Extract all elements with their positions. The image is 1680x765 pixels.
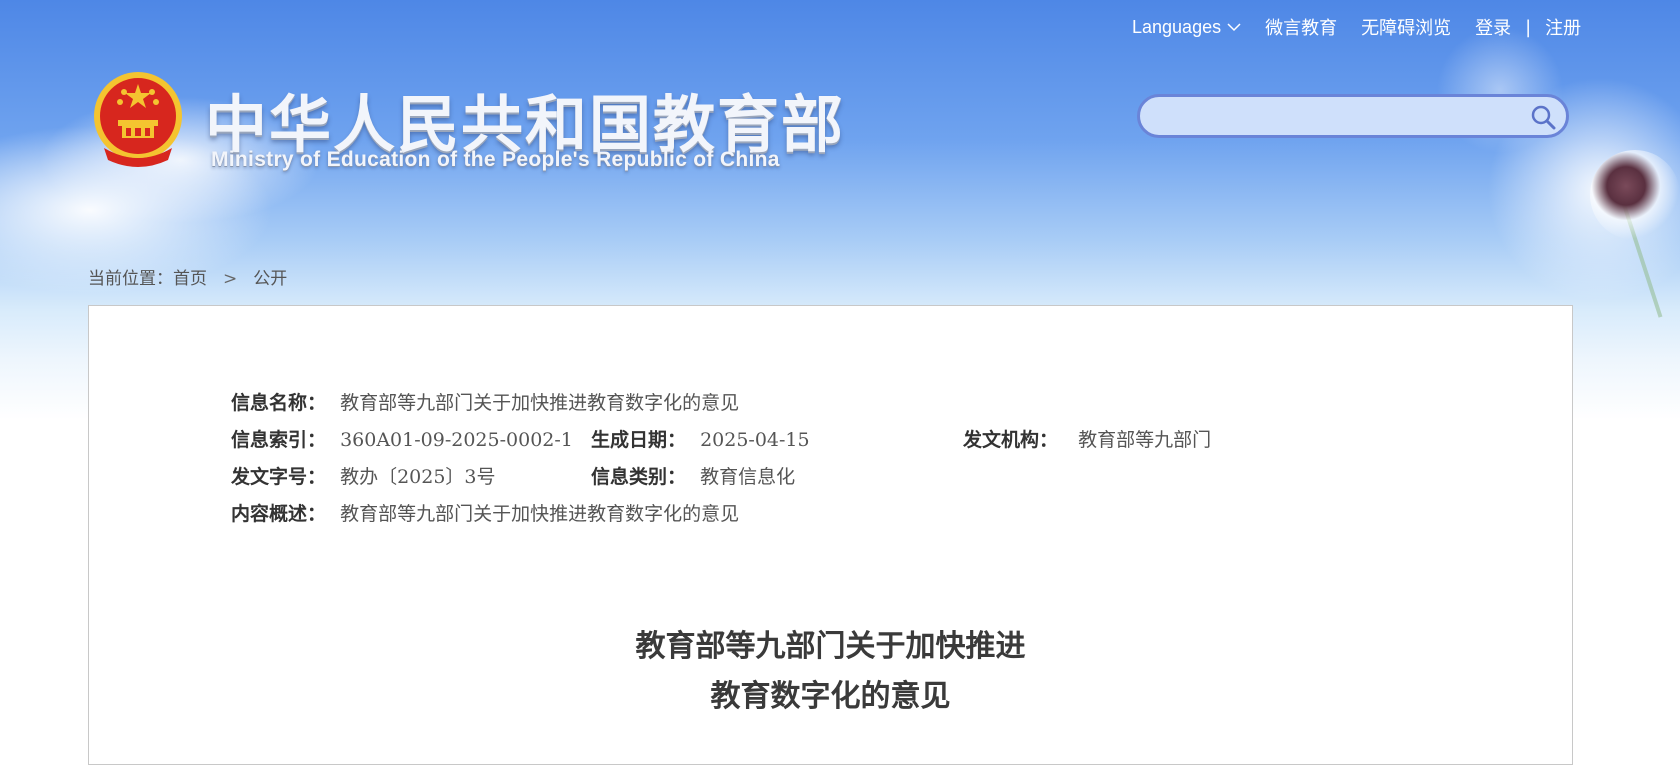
info-category-row: 信息类别： 教育信息化 — [591, 462, 795, 489]
accessibility-link[interactable]: 无障碍浏览 — [1361, 14, 1451, 40]
info-name-value: 教育部等九部门关于加快推进教育数字化的意见 — [340, 392, 740, 414]
info-summary-label: 内容概述： — [231, 503, 327, 525]
languages-label: Languages — [1132, 16, 1222, 37]
info-date-value: 2025-04-15 — [700, 429, 810, 451]
info-index-value: 360A01-09-2025-0002-1 — [340, 429, 573, 451]
info-index-label: 信息索引： — [231, 429, 327, 451]
info-date-row: 生成日期： 2025-04-15 — [591, 425, 810, 452]
info-issuer-value: 教育部等九部门 — [1078, 429, 1212, 451]
nav-divider: | — [1525, 16, 1532, 38]
info-index-row: 信息索引： 360A01-09-2025-0002-1 — [231, 425, 573, 452]
info-name-label: 信息名称： — [231, 392, 327, 414]
weiyan-education-link[interactable]: 微言教育 — [1265, 14, 1337, 40]
info-docno-label: 发文字号： — [231, 466, 327, 488]
document-title-line2: 教育数字化的意见 — [710, 679, 951, 714]
breadcrumb-current-link[interactable]: 公开 — [253, 269, 287, 289]
info-category-label: 信息类别： — [591, 466, 687, 488]
top-nav: Languages 微言教育 无障碍浏览 登录 | 注册 — [1132, 14, 1581, 40]
breadcrumb-separator: > — [223, 269, 238, 289]
info-docno-row: 发文字号： 教办〔2025〕3号 — [231, 462, 496, 489]
info-category-value: 教育信息化 — [700, 466, 796, 488]
breadcrumb-prefix: 当前位置： — [88, 269, 173, 289]
info-issuer-label: 发文机构： — [963, 429, 1059, 451]
info-docno-value: 教办〔2025〕3号 — [340, 466, 496, 488]
login-link[interactable]: 登录 — [1475, 14, 1511, 40]
search-input[interactable] — [1158, 103, 1522, 133]
languages-menu[interactable]: Languages — [1132, 17, 1241, 38]
breadcrumb: 当前位置：首页 > 公开 — [88, 264, 287, 289]
info-summary-value: 教育部等九部门关于加快推进教育数字化的意见 — [340, 503, 740, 525]
site-title-english: Ministry of Education of the People's Re… — [211, 148, 780, 171]
register-link[interactable]: 注册 — [1545, 14, 1581, 40]
breadcrumb-home-link[interactable]: 首页 — [173, 269, 207, 289]
national-emblem-icon — [94, 72, 182, 167]
info-summary-row: 内容概述： 教育部等九部门关于加快推进教育数字化的意见 — [231, 499, 739, 526]
chevron-down-icon — [1227, 23, 1241, 32]
search-box — [1137, 94, 1569, 138]
info-date-label: 生成日期： — [591, 429, 687, 451]
document-title-line1: 教育部等九部门关于加快推进 — [635, 629, 1026, 664]
dandelion-decoration — [1590, 150, 1680, 240]
info-issuer-row: 发文机构： 教育部等九部门 — [963, 425, 1211, 452]
info-name-row: 信息名称： 教育部等九部门关于加快推进教育数字化的意见 — [231, 388, 739, 415]
search-icon[interactable] — [1530, 104, 1556, 130]
